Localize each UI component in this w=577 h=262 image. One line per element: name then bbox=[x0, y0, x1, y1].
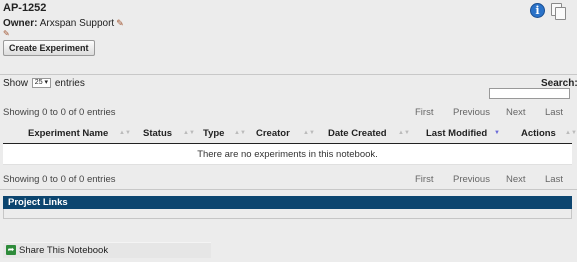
share-notebook-button[interactable]: ➦ Share This Notebook bbox=[3, 242, 211, 258]
pager-first-top[interactable]: First bbox=[415, 107, 433, 118]
table-empty-row: There are no experiments in this noteboo… bbox=[3, 144, 572, 165]
column-header-type[interactable]: Type bbox=[203, 128, 224, 139]
owner-row: Owner: Arxspan Support ✎ bbox=[3, 18, 124, 29]
notebook-title: AP-1252 bbox=[3, 2, 47, 14]
experiments-table: Experiment Name ▲▼ Status ▲▼ Type ▲▼ Cre… bbox=[3, 124, 577, 165]
create-experiment-button[interactable]: Create Experiment bbox=[3, 40, 95, 56]
sort-icon: ▲▼ bbox=[183, 130, 195, 136]
divider bbox=[0, 189, 577, 190]
share-icon: ➦ bbox=[6, 245, 16, 255]
column-header-actions[interactable]: Actions bbox=[521, 128, 556, 139]
sort-icon: ▲▼ bbox=[565, 130, 577, 136]
search-input[interactable] bbox=[489, 88, 570, 99]
column-header-status[interactable]: Status bbox=[143, 128, 172, 139]
pager-last-top[interactable]: Last bbox=[545, 107, 563, 118]
project-links-panel bbox=[3, 209, 572, 219]
pager-next-top[interactable]: Next bbox=[506, 107, 526, 118]
column-header-creator[interactable]: Creator bbox=[256, 128, 290, 139]
column-header-experiment-name[interactable]: Experiment Name bbox=[28, 128, 108, 139]
edit-owner-pencil-icon[interactable]: ✎ bbox=[116, 18, 124, 29]
sort-icon: ▲▼ bbox=[398, 130, 410, 136]
pager-first-bottom[interactable]: First bbox=[415, 174, 433, 185]
sort-icon: ▲▼ bbox=[303, 130, 315, 136]
pager-previous-bottom[interactable]: Previous bbox=[453, 174, 490, 185]
column-header-date-created[interactable]: Date Created bbox=[328, 128, 387, 139]
page-length-value: 25 bbox=[34, 79, 43, 87]
page-length-control: Show 25 ▾ entries bbox=[3, 78, 85, 89]
share-notebook-label: Share This Notebook bbox=[19, 245, 109, 256]
pager-next-bottom[interactable]: Next bbox=[506, 174, 526, 185]
pager-last-bottom[interactable]: Last bbox=[545, 174, 563, 185]
copy-icon[interactable] bbox=[551, 3, 567, 20]
copy-page-front bbox=[555, 7, 566, 20]
owner-name: Arxspan Support bbox=[39, 18, 115, 29]
table-info-bottom: Showing 0 to 0 of 0 entries bbox=[3, 174, 116, 185]
sort-icon: ▲▼ bbox=[119, 130, 131, 136]
entries-label: entries bbox=[54, 78, 85, 89]
edit-description-pencil-icon[interactable]: ✎ bbox=[3, 29, 10, 38]
table-info-top: Showing 0 to 0 of 0 entries bbox=[3, 107, 116, 118]
pager-previous-top[interactable]: Previous bbox=[453, 107, 490, 118]
info-icon[interactable]: i bbox=[530, 3, 545, 18]
show-label: Show bbox=[3, 78, 29, 89]
column-header-last-modified[interactable]: Last Modified bbox=[426, 128, 487, 139]
table-header-row: Experiment Name ▲▼ Status ▲▼ Type ▲▼ Cre… bbox=[3, 124, 577, 144]
sort-icon: ▲▼ bbox=[234, 130, 246, 136]
divider bbox=[0, 74, 577, 75]
owner-label: Owner: bbox=[3, 18, 38, 29]
sort-desc-icon: ▼ bbox=[494, 130, 500, 136]
project-links-header[interactable]: Project Links bbox=[3, 196, 572, 209]
page-length-select[interactable]: 25 ▾ bbox=[31, 78, 52, 89]
